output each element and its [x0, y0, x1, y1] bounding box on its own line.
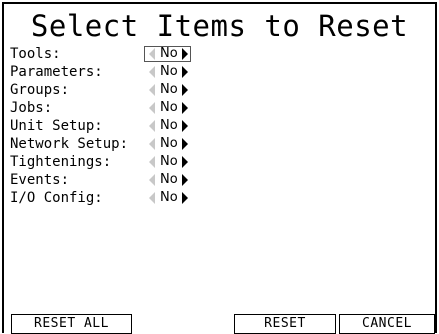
item-label-jobs: Jobs:: [10, 100, 53, 116]
right-arrow-icon[interactable]: [181, 48, 188, 60]
item-selector-tools[interactable]: No: [144, 46, 191, 62]
left-arrow-icon[interactable]: [149, 48, 155, 60]
item-row-tools: Tools: No: [10, 45, 430, 63]
left-arrow-icon[interactable]: [149, 102, 155, 114]
item-value-unit-setup: No: [160, 118, 178, 133]
item-selector-tightenings[interactable]: No: [144, 154, 191, 170]
item-selector-io-config[interactable]: No: [144, 190, 191, 206]
reset-button[interactable]: RESET: [234, 314, 336, 334]
item-row-unit-setup: Unit Setup: No: [10, 117, 430, 135]
item-label-network-setup: Network Setup:: [10, 136, 129, 152]
item-value-parameters: No: [160, 64, 178, 79]
item-value-jobs: No: [160, 100, 178, 115]
item-selector-parameters[interactable]: No: [144, 64, 191, 80]
item-row-io-config: I/O Config: No: [10, 189, 430, 207]
item-value-groups: No: [160, 82, 178, 97]
item-selector-groups[interactable]: No: [144, 82, 191, 98]
left-arrow-icon[interactable]: [149, 174, 155, 186]
item-value-tightenings: No: [160, 154, 178, 169]
item-row-tightenings: Tightenings: No: [10, 153, 430, 171]
right-arrow-icon[interactable]: [181, 120, 188, 132]
item-label-tightenings: Tightenings:: [10, 154, 112, 170]
reset-items-list: Tools: No Parameters: No Groups: No Jobs…: [10, 45, 430, 207]
left-arrow-icon[interactable]: [149, 156, 155, 168]
left-arrow-icon[interactable]: [149, 138, 155, 150]
item-label-groups: Groups:: [10, 82, 70, 98]
right-arrow-icon[interactable]: [181, 192, 188, 204]
item-label-tools: Tools:: [10, 46, 61, 62]
left-arrow-icon[interactable]: [149, 84, 155, 96]
item-selector-network-setup[interactable]: No: [144, 136, 191, 152]
item-value-events: No: [160, 172, 178, 187]
left-arrow-icon[interactable]: [149, 192, 155, 204]
item-label-parameters: Parameters:: [10, 64, 103, 80]
reset-all-button[interactable]: RESET ALL: [11, 314, 132, 334]
left-arrow-icon[interactable]: [149, 66, 155, 78]
item-selector-jobs[interactable]: No: [144, 100, 191, 116]
right-arrow-icon[interactable]: [181, 102, 188, 114]
item-label-events: Events:: [10, 172, 70, 188]
left-arrow-icon[interactable]: [149, 120, 155, 132]
item-selector-events[interactable]: No: [144, 172, 191, 188]
right-arrow-icon[interactable]: [181, 84, 188, 96]
item-label-unit-setup: Unit Setup:: [10, 118, 103, 134]
item-row-network-setup: Network Setup: No: [10, 135, 430, 153]
page-title: Select Items to Reset: [30, 9, 409, 43]
right-arrow-icon[interactable]: [181, 156, 188, 168]
item-row-parameters: Parameters: No: [10, 63, 430, 81]
item-value-network-setup: No: [160, 136, 178, 151]
cancel-button[interactable]: CANCEL: [339, 314, 435, 334]
item-row-groups: Groups: No: [10, 81, 430, 99]
item-value-io-config: No: [160, 190, 178, 205]
item-selector-unit-setup[interactable]: No: [144, 118, 191, 134]
item-row-jobs: Jobs: No: [10, 99, 430, 117]
item-label-io-config: I/O Config:: [10, 190, 103, 206]
item-row-events: Events: No: [10, 171, 430, 189]
right-arrow-icon[interactable]: [181, 174, 188, 186]
item-value-tools: No: [160, 46, 178, 61]
right-arrow-icon[interactable]: [181, 138, 188, 150]
right-arrow-icon[interactable]: [181, 66, 188, 78]
